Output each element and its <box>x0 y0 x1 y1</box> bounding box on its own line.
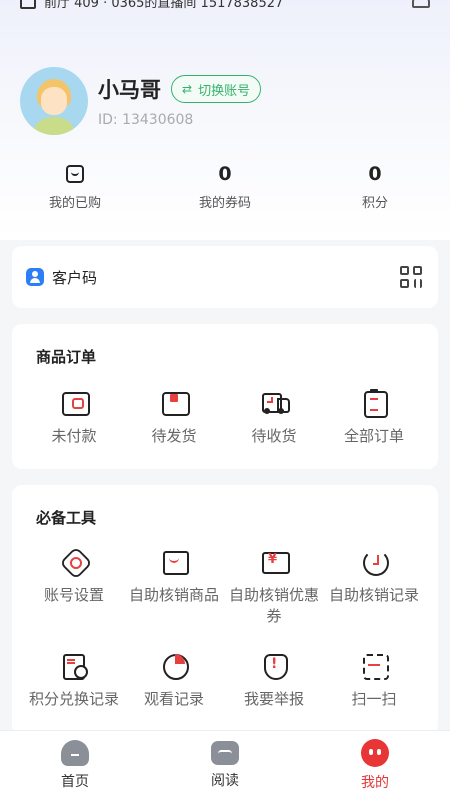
history-icon <box>360 547 389 576</box>
order-to-receive[interactable]: 待收货 <box>224 388 324 447</box>
order-unpaid[interactable]: 未付款 <box>24 388 124 447</box>
tool-self-verify-goods[interactable]: 自助核销商品 <box>124 547 224 627</box>
nav-home[interactable]: 首页 <box>25 740 125 791</box>
tool-scan-label: 扫一扫 <box>351 690 397 708</box>
home-nav-icon <box>61 740 89 766</box>
tool-self-verify-records-label: 自助核销记录 <box>328 586 419 604</box>
nav-me[interactable]: 我的 <box>325 739 425 792</box>
truck-icon <box>260 388 290 416</box>
customer-code-label: 客户码 <box>52 268 98 287</box>
scan-icon <box>360 651 389 680</box>
nav-read[interactable]: 阅读 <box>175 741 275 790</box>
ticket-icon <box>260 547 290 575</box>
read-nav-icon <box>211 741 239 765</box>
user-id: ID: 13430608 <box>98 112 194 128</box>
tool-self-verify-records[interactable]: 自助核销记录 <box>324 547 424 627</box>
clipboard-icon <box>360 388 388 418</box>
tool-scan[interactable]: 扫一扫 <box>324 651 424 710</box>
stat-purchased-label: 我的已购 <box>48 196 101 211</box>
tools-card: 必备工具 账号设置 自助核销商品 自助核销优惠券 自助核销记录 积分兑换记录 观… <box>12 485 438 735</box>
orders-card: 商品订单 未付款 待发货 待收货 全部订单 <box>12 324 438 469</box>
order-to-ship[interactable]: 待发货 <box>124 388 224 447</box>
order-unpaid-label: 未付款 <box>51 427 97 445</box>
tool-watch-history-label: 观看记录 <box>143 690 204 708</box>
pie-chart-icon <box>160 651 189 680</box>
tool-report-label: 我要举报 <box>243 690 304 708</box>
stat-coupons-value: 0 <box>218 163 232 185</box>
alert-shield-icon <box>260 651 288 680</box>
home-icon[interactable] <box>20 0 36 9</box>
top-bar-text: 前厅 409 · 0365的直播间 1517838527 <box>44 0 284 11</box>
switch-account-label: 切换账号 <box>198 83 251 99</box>
nav-me-label: 我的 <box>361 775 389 791</box>
tool-self-verify-coupon-label: 自助核销优惠券 <box>228 586 319 625</box>
tool-points-records-label: 积分兑换记录 <box>28 690 119 708</box>
bell-icon[interactable] <box>412 0 430 8</box>
tray-icon <box>160 547 189 575</box>
tool-self-verify-goods-label: 自助核销商品 <box>128 586 219 604</box>
order-all-label: 全部订单 <box>343 427 404 445</box>
qr-code-icon[interactable] <box>400 266 422 288</box>
top-bar: 前厅 409 · 0365的直播间 1517838527 <box>0 0 450 12</box>
swap-icon: ⇄ <box>182 82 193 96</box>
record-icon <box>60 651 88 680</box>
tool-self-verify-coupon[interactable]: 自助核销优惠券 <box>224 547 324 627</box>
tool-account-settings-label: 账号设置 <box>43 586 104 604</box>
tools-title: 必备工具 <box>36 509 97 527</box>
customer-code-card[interactable]: 客户码 <box>12 246 438 308</box>
tool-watch-history[interactable]: 观看记录 <box>124 651 224 710</box>
profile-header: 小马哥 ⇄ 切换账号 ID: 13430608 <box>20 66 430 136</box>
nav-home-label: 首页 <box>61 774 89 790</box>
tool-points-records[interactable]: 积分兑换记录 <box>24 651 124 710</box>
box-icon <box>160 388 190 416</box>
nav-read-label: 阅读 <box>211 773 239 789</box>
stat-points[interactable]: 0 积分 <box>305 162 445 218</box>
tool-report[interactable]: 我要举报 <box>224 651 324 710</box>
switch-account-button[interactable]: ⇄ 切换账号 <box>171 75 262 103</box>
username: 小马哥 <box>98 78 161 102</box>
bottom-nav: 首页 阅读 我的 <box>0 730 450 800</box>
profile-nav-icon <box>361 739 389 767</box>
stat-points-label: 积分 <box>361 196 388 211</box>
stat-coupons-label: 我的券码 <box>198 196 251 211</box>
orders-title: 商品订单 <box>36 348 97 366</box>
stats-bar: 我的已购 0 我的券码 0 积分 <box>0 162 450 218</box>
wallet-icon <box>60 388 90 416</box>
order-all[interactable]: 全部订单 <box>324 388 424 447</box>
avatar[interactable] <box>20 67 88 135</box>
order-to-receive-label: 待收货 <box>251 427 297 445</box>
stat-purchased[interactable]: 我的已购 <box>5 162 145 218</box>
order-to-ship-label: 待发货 <box>151 427 197 445</box>
shopping-bag-icon <box>66 165 84 183</box>
tool-account-settings[interactable]: 账号设置 <box>24 547 124 627</box>
stat-points-value: 0 <box>368 163 382 185</box>
stat-coupons[interactable]: 0 我的券码 <box>155 162 295 218</box>
settings-icon <box>60 547 88 575</box>
person-icon <box>26 268 44 286</box>
